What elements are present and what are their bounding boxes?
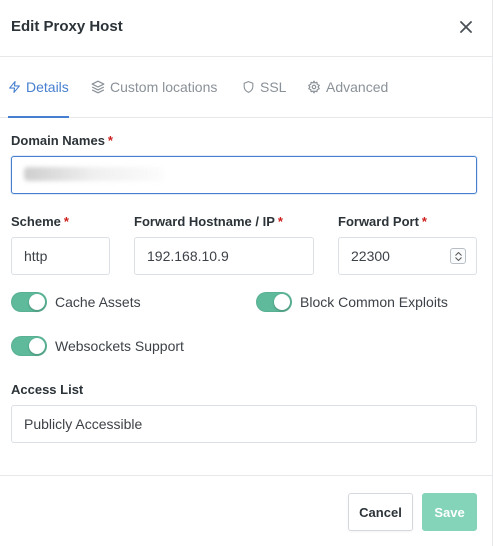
forward-port-label-text: Forward Port [338,214,419,229]
forward-hostname-label: Forward Hostname / IP * [134,214,283,229]
cache-assets-toggle[interactable]: Cache Assets [11,292,141,312]
forward-hostname-input[interactable]: 192.168.10.9 [134,237,314,275]
tab-ssl-label: SSL [260,79,287,95]
tab-details-label: Details [26,79,69,95]
tab-details[interactable]: Details [8,57,69,118]
forward-port-label: Forward Port * [338,214,427,229]
tab-advanced-label: Advanced [326,79,389,95]
forward-hostname-value: 192.168.10.9 [147,248,229,264]
domain-names-label-text: Domain Names [11,133,105,148]
access-list-select[interactable]: Publicly Accessible [11,405,477,443]
required-marker: * [63,214,69,229]
tab-ssl[interactable]: SSL [242,57,286,117]
cache-assets-label: Cache Assets [55,294,141,310]
scheme-label-text: Scheme [11,214,61,229]
domain-names-label: Domain Names * [11,133,113,148]
websockets-support-toggle[interactable]: Websockets Support [11,336,184,356]
scheme-label: Scheme * [11,214,69,229]
close-icon[interactable] [455,16,477,38]
shield-icon [242,80,255,94]
scheme-input[interactable]: http [11,237,110,275]
modal-footer: Cancel Save [0,475,493,546]
tab-bar: Details Custom locations SSL Advanced [0,57,493,118]
required-marker: * [421,214,427,229]
required-marker: * [107,133,113,148]
forward-port-input[interactable]: 22300 [338,237,477,275]
toggle-switch[interactable] [11,336,47,356]
tab-advanced[interactable]: Advanced [307,57,388,117]
block-exploits-label: Block Common Exploits [300,294,448,310]
cancel-button[interactable]: Cancel [348,493,413,531]
toggle-knob [29,338,45,354]
layers-icon [91,80,105,94]
toggle-switch[interactable] [256,292,292,312]
block-common-exploits-toggle[interactable]: Block Common Exploits [256,292,448,312]
scheme-value: http [24,248,48,264]
forward-hostname-label-text: Forward Hostname / IP [134,214,275,229]
chevron-down-icon[interactable] [454,256,462,261]
chevron-up-icon[interactable] [454,251,462,256]
toggle-knob [29,294,45,310]
tab-custom-locations[interactable]: Custom locations [91,57,217,117]
domain-names-input[interactable] [11,156,477,194]
access-list-value: Publicly Accessible [24,416,143,432]
toggle-knob [274,294,290,310]
websockets-label: Websockets Support [55,338,184,354]
access-list-label: Access List [11,382,84,397]
required-marker: * [277,214,283,229]
tab-custom-locations-label: Custom locations [110,79,218,95]
number-spinner[interactable] [450,248,466,264]
redacted-domain [24,167,164,181]
modal-header: Edit Proxy Host [0,0,493,57]
zap-icon [8,80,21,94]
save-button[interactable]: Save [422,493,477,531]
edit-proxy-host-modal: Edit Proxy Host Details Custom locations… [0,0,493,546]
settings-icon [307,80,321,94]
toggle-switch[interactable] [11,292,47,312]
modal-title: Edit Proxy Host [11,18,123,35]
forward-port-value: 22300 [351,248,390,264]
